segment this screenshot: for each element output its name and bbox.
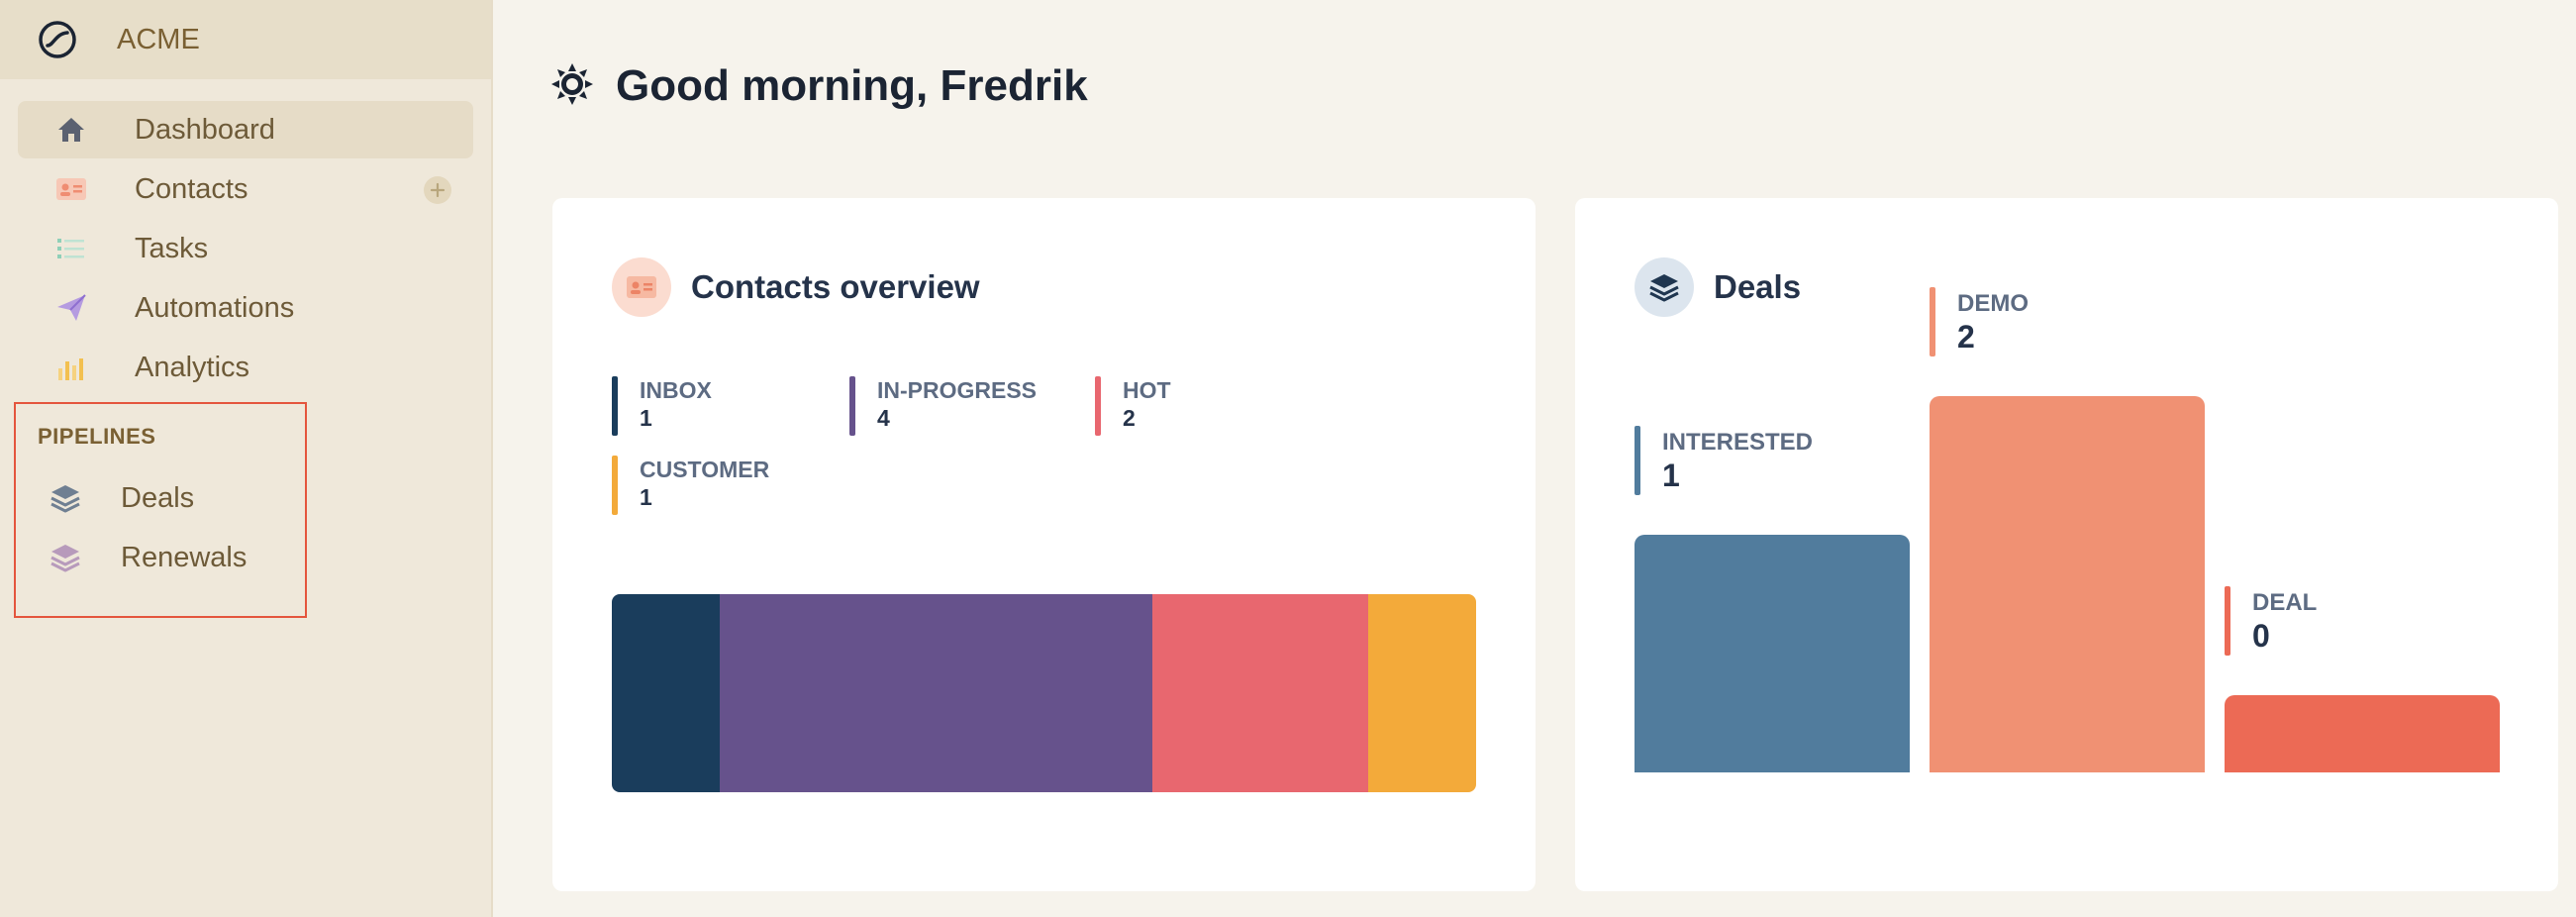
pipelines-section: PIPELINES Deals Renewals xyxy=(14,402,307,618)
legend-value-customer: 1 xyxy=(640,484,652,510)
nav-label-analytics: Analytics xyxy=(135,351,250,383)
contact-card-icon xyxy=(53,171,89,207)
layers-icon xyxy=(48,480,83,516)
pipeline-label-renewals: Renewals xyxy=(121,541,248,573)
stack-segment-in-progress xyxy=(720,594,1152,792)
nav-label-dashboard: Dashboard xyxy=(135,113,275,146)
deal-label-swatch xyxy=(1930,287,1935,357)
legend-label-customer: CUSTOMER xyxy=(640,457,770,482)
nav-label-contacts: Contacts xyxy=(135,172,248,205)
brand-header[interactable]: ACME xyxy=(0,0,491,79)
pipelines-heading: PIPELINES xyxy=(38,424,156,449)
deal-stage-label: DEAL xyxy=(2252,589,2318,616)
deal-bar-deal xyxy=(2225,695,2500,772)
deal-stage-value: 2 xyxy=(1957,319,1975,355)
deal-label-swatch xyxy=(2225,586,2230,656)
brand-name: ACME xyxy=(117,23,200,55)
stack-segment-customer xyxy=(1367,594,1476,792)
legend-label-inbox: INBOX xyxy=(640,377,712,403)
deal-label-deal: DEAL 0 xyxy=(2225,586,2317,656)
nav-item-tasks[interactable]: Tasks xyxy=(18,220,473,277)
sun-icon xyxy=(550,62,594,111)
legend-label-hot: HOT xyxy=(1123,377,1171,403)
legend-item-in-progress: IN-PROGRESS 4 xyxy=(849,376,1037,436)
layers-icon xyxy=(1635,257,1694,317)
deal-label-swatch xyxy=(1635,426,1640,495)
legend-item-hot: HOT 2 xyxy=(1095,376,1171,436)
nav-item-contacts[interactable]: Contacts xyxy=(18,160,473,218)
legend-value-hot: 2 xyxy=(1123,405,1136,431)
plus-icon xyxy=(430,182,446,198)
stack-segment-inbox xyxy=(612,594,721,792)
deal-stage-label: DEMO xyxy=(1957,290,2029,317)
sidebar: ACME Dashboard Contacts Tasks Automation… xyxy=(0,0,493,917)
nav-label-automations: Automations xyxy=(135,291,295,324)
greeting-text: Good morning, Fredrik xyxy=(616,61,1088,110)
deals-card: Deals INTERESTED 1 DEMO 2 DEAL 0 xyxy=(1575,198,2558,891)
deals-title: Deals xyxy=(1714,268,1802,305)
legend-item-customer: CUSTOMER 1 xyxy=(612,456,769,515)
home-icon xyxy=(53,112,89,148)
nav-label-tasks: Tasks xyxy=(135,232,209,264)
nav-item-automations[interactable]: Automations xyxy=(18,279,473,337)
deal-stage-value: 1 xyxy=(1662,458,1680,493)
deal-label-interested: INTERESTED 1 xyxy=(1635,426,1813,495)
pipeline-item-renewals[interactable]: Renewals xyxy=(48,533,295,582)
legend-label-in-progress: IN-PROGRESS xyxy=(877,377,1038,403)
deal-bar-interested xyxy=(1635,535,1910,772)
legend-value-in-progress: 4 xyxy=(877,405,890,431)
deals-header: Deals xyxy=(1635,257,1801,317)
layers-icon xyxy=(48,540,83,575)
pipeline-item-deals[interactable]: Deals xyxy=(48,473,295,523)
contact-card-icon xyxy=(612,257,671,317)
list-icon xyxy=(53,231,89,266)
contacts-stacked-bar xyxy=(612,594,1476,792)
nav-item-analytics[interactable]: Analytics xyxy=(18,339,473,396)
legend-item-inbox: INBOX 1 xyxy=(612,376,712,436)
add-contact-button[interactable] xyxy=(424,176,451,204)
deal-label-demo: DEMO 2 xyxy=(1930,287,2029,357)
contacts-overview-header: Contacts overview xyxy=(612,257,980,317)
legend-swatch xyxy=(612,376,618,436)
deal-bar-demo xyxy=(1930,396,2205,772)
bar-chart-icon xyxy=(53,350,89,385)
greeting-header: Good morning, Fredrik xyxy=(550,61,1088,111)
paper-plane-icon xyxy=(53,290,89,326)
leaf-circle-icon xyxy=(36,18,79,61)
contacts-overview-card: Contacts overview INBOX 1 IN-PROGRESS 4 … xyxy=(552,198,1536,891)
main-nav: Dashboard Contacts Tasks Automations Ana… xyxy=(0,79,491,396)
pipeline-label-deals: Deals xyxy=(121,481,195,514)
legend-swatch xyxy=(1095,376,1101,436)
contacts-overview-title: Contacts overview xyxy=(691,268,980,305)
legend-value-inbox: 1 xyxy=(640,405,652,431)
legend-swatch xyxy=(849,376,855,436)
deal-stage-value: 0 xyxy=(2252,618,2270,654)
deal-stage-label: INTERESTED xyxy=(1662,429,1814,456)
nav-item-dashboard[interactable]: Dashboard xyxy=(18,101,473,158)
stack-segment-hot xyxy=(1151,594,1368,792)
legend-swatch xyxy=(612,456,618,515)
